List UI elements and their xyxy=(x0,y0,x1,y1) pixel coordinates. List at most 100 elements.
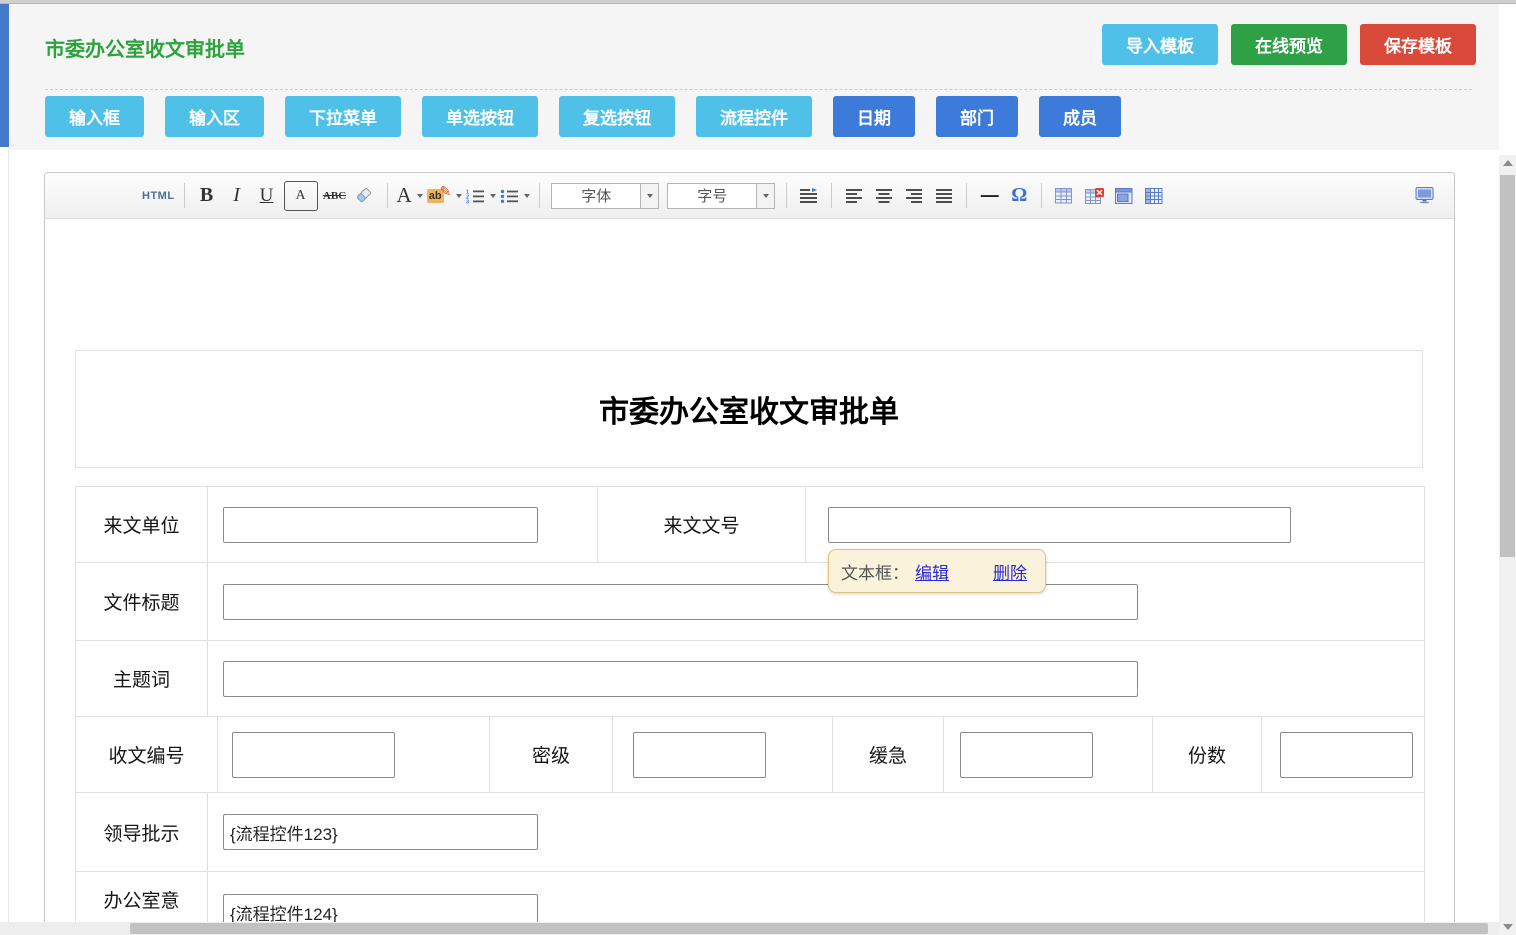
font-box-icon[interactable]: A xyxy=(284,181,318,211)
office-opinion-input[interactable] xyxy=(223,894,538,922)
leader-instructions-input[interactable] xyxy=(223,814,538,850)
label-document-title: 文件标题 xyxy=(76,563,208,640)
align-center-icon[interactable] xyxy=(871,182,897,210)
widget-flow-control-button[interactable]: 流程控件 xyxy=(696,96,812,137)
horizontal-scrollbar-thumb[interactable] xyxy=(130,923,1488,934)
label-receipt-number: 收文编号 xyxy=(76,717,218,792)
widget-radio-button[interactable]: 单选按钮 xyxy=(422,96,538,137)
widget-member-button[interactable]: 成员 xyxy=(1039,96,1121,137)
label-office-opinion: 办公室意 xyxy=(76,872,208,922)
special-char-icon[interactable]: Ω xyxy=(1006,182,1032,210)
insert-table-icon[interactable] xyxy=(1051,182,1077,210)
toolbar-separator xyxy=(387,183,388,208)
html-source-icon[interactable]: HTML xyxy=(142,182,175,210)
subject-words-input[interactable] xyxy=(223,661,1138,697)
ordered-list-icon[interactable]: 123 xyxy=(466,182,496,210)
cell-copies xyxy=(1262,717,1426,792)
table-row: 领导批示 xyxy=(76,793,1424,872)
horizontal-rule-icon[interactable]: — xyxy=(976,182,1002,210)
cell-receipt-number xyxy=(218,717,490,792)
toolbar-separator xyxy=(539,183,540,208)
incoming-unit-input[interactable] xyxy=(223,507,538,543)
down-arrow-icon xyxy=(1503,924,1513,930)
widget-checkbox-button[interactable]: 复选按钮 xyxy=(559,96,675,137)
header-divider xyxy=(45,89,1472,90)
label-incoming-doc-number: 来文文号 xyxy=(598,487,806,562)
textbox-context-tooltip: 文本框： 编辑 删除 xyxy=(828,549,1046,593)
online-preview-button[interactable]: 在线预览 xyxy=(1231,24,1347,65)
up-arrow-icon xyxy=(1503,160,1513,166)
label-incoming-unit: 来文单位 xyxy=(76,487,208,562)
scroll-down-button[interactable] xyxy=(1499,919,1516,935)
edit-link[interactable]: 编辑 xyxy=(915,559,949,584)
save-template-button[interactable]: 保存模板 xyxy=(1360,24,1476,65)
label-copies: 份数 xyxy=(1153,717,1262,792)
cell-properties-icon[interactable] xyxy=(1141,182,1167,210)
editor-document[interactable]: 市委办公室收文审批单 来文单位 来文文号 文件标题 xyxy=(45,350,1454,922)
chevron-down-icon[interactable] xyxy=(640,184,658,208)
eraser-icon[interactable] xyxy=(352,182,378,210)
italic-icon[interactable]: I xyxy=(224,182,250,210)
align-left-icon[interactable] xyxy=(841,182,867,210)
label-subject-words: 主题词 xyxy=(76,641,208,716)
page-left-border xyxy=(8,150,9,922)
widget-input-box-button[interactable]: 输入框 xyxy=(45,96,144,137)
form-table: 来文单位 来文文号 文件标题 主题词 xyxy=(75,486,1425,922)
urgency-input[interactable] xyxy=(960,732,1093,778)
widget-dropdown-button[interactable]: 下拉菜单 xyxy=(285,96,401,137)
scroll-up-button[interactable] xyxy=(1499,155,1516,171)
form-title-cell[interactable]: 市委办公室收文审批单 xyxy=(75,350,1423,468)
font-color-icon[interactable]: A xyxy=(397,182,423,210)
toolbar-separator xyxy=(184,183,185,208)
copies-input[interactable] xyxy=(1280,732,1413,778)
widget-button-row: 输入框 输入区 下拉菜单 单选按钮 复选按钮 流程控件 日期 部门 成员 xyxy=(45,96,1121,137)
toolbar-separator xyxy=(966,183,967,208)
label-security-level: 密级 xyxy=(490,717,613,792)
delete-table-icon[interactable] xyxy=(1081,182,1107,210)
vertical-scrollbar-thumb[interactable] xyxy=(1500,175,1515,557)
left-blue-panel-edge xyxy=(0,4,9,147)
table-properties-icon[interactable] xyxy=(1111,182,1137,210)
widget-textarea-button[interactable]: 输入区 xyxy=(165,96,264,137)
chevron-down-icon[interactable] xyxy=(756,184,774,208)
highlight-icon[interactable]: ab✎ xyxy=(427,182,463,210)
editor-toolbar: HTML B I U A ABC A ab✎ 123 字体 字号 xyxy=(45,173,1454,219)
unordered-list-icon[interactable] xyxy=(500,182,530,210)
align-justify-icon[interactable] xyxy=(931,182,957,210)
rich-text-editor: HTML B I U A ABC A ab✎ 123 字体 字号 xyxy=(44,172,1455,922)
delete-link[interactable]: 删除 xyxy=(993,559,1027,584)
table-row: 办公室意 xyxy=(76,872,1424,922)
table-row: 收文编号 密级 缓急 份数 xyxy=(76,717,1424,793)
underline-icon[interactable]: U xyxy=(254,182,280,210)
horizontal-scrollbar[interactable] xyxy=(0,922,1499,935)
page-header: 市委办公室收文审批单 导入模板 在线预览 保存模板 输入框 输入区 下拉菜单 单… xyxy=(9,4,1499,150)
fullscreen-icon[interactable] xyxy=(1412,182,1438,210)
widget-department-button[interactable]: 部门 xyxy=(936,96,1018,137)
label-urgency: 缓急 xyxy=(833,717,944,792)
bold-icon[interactable]: B xyxy=(194,182,220,210)
cell-leader-instructions xyxy=(208,793,1426,871)
cell-urgency xyxy=(944,717,1153,792)
indent-icon[interactable] xyxy=(796,182,822,210)
font-family-select[interactable]: 字体 xyxy=(551,183,659,209)
cell-incoming-unit xyxy=(208,487,598,562)
security-level-input[interactable] xyxy=(633,732,766,778)
import-template-button[interactable]: 导入模板 xyxy=(1102,24,1218,65)
toolbar-separator xyxy=(1041,183,1042,208)
tooltip-label: 文本框： xyxy=(841,559,909,584)
incoming-doc-number-input[interactable] xyxy=(828,507,1291,543)
table-row: 来文单位 来文文号 xyxy=(76,487,1424,563)
receipt-number-input[interactable] xyxy=(232,732,395,778)
widget-date-button[interactable]: 日期 xyxy=(833,96,915,137)
cell-subject-words xyxy=(208,641,1426,716)
font-size-select[interactable]: 字号 xyxy=(667,183,775,209)
align-right-icon[interactable] xyxy=(901,182,927,210)
svg-text:3: 3 xyxy=(466,199,469,204)
vertical-scrollbar[interactable] xyxy=(1499,155,1516,935)
toolbar-separator xyxy=(786,183,787,208)
strikethrough-icon[interactable]: ABC xyxy=(322,182,348,210)
cell-document-title xyxy=(208,563,1426,640)
form-title: 市委办公室收文审批单 xyxy=(599,387,899,431)
page-title: 市委办公室收文审批单 xyxy=(45,33,245,62)
label-leader-instructions: 领导批示 xyxy=(76,793,208,871)
